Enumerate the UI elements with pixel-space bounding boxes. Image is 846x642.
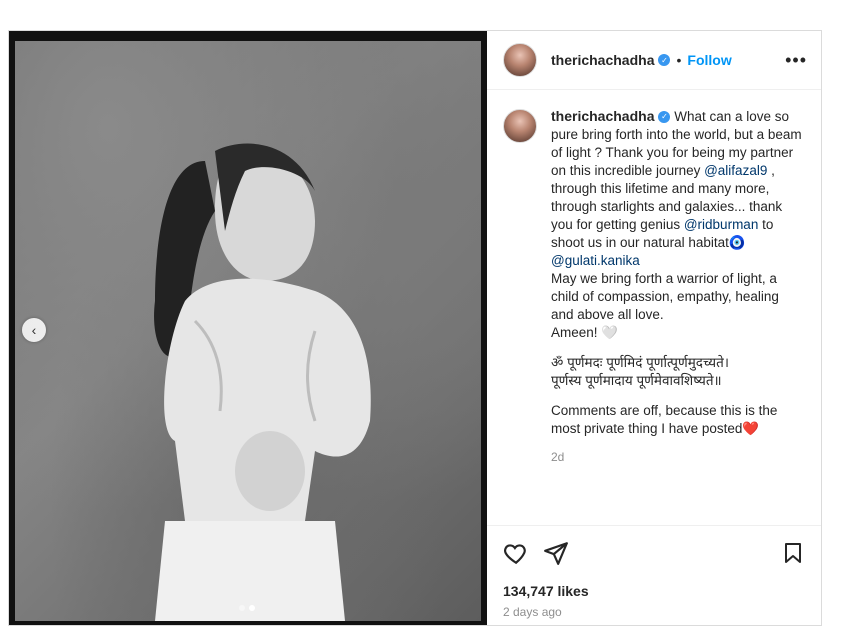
caption-body: therichachadha ✓ What can a love so pure … (551, 107, 803, 466)
post-actions: 134,747 likes 2 days ago (487, 525, 821, 626)
pregnant-woman-figure (154, 143, 371, 621)
carousel-dot (239, 605, 245, 611)
post-caption: therichachadha ✓ What can a love so pure … (503, 107, 803, 466)
heart-outline-icon[interactable] (503, 540, 529, 571)
instagram-post: ‹ therichachadha ✓ • Follow ••• thericha… (8, 30, 822, 626)
post-photo (15, 41, 481, 621)
mention-alifazal9[interactable]: @alifazal9 (704, 163, 767, 178)
carousel-prev-button[interactable]: ‹ (22, 318, 46, 342)
more-options-icon[interactable]: ••• (785, 50, 807, 71)
carousel-dot-active (249, 605, 255, 611)
chevron-left-icon: ‹ (31, 322, 37, 338)
header-username[interactable]: therichachadha (551, 52, 654, 68)
post-media: ‹ (9, 31, 487, 625)
mention-gulati-kanika[interactable]: @gulati.kanika (551, 253, 640, 268)
caption-text-5: Ameen! 🤍 (551, 325, 619, 340)
caption-timestamp[interactable]: 2d (551, 448, 803, 466)
post-sidebar: therichachadha ✓ • Follow ••• therichach… (487, 31, 821, 625)
sanskrit-line-2: पूर्णस्य पूर्णमादाय पूर्णमेवावशिष्यते॥ (551, 373, 722, 388)
heart-emoji: ❤️ (742, 421, 760, 436)
caption-username[interactable]: therichachadha (551, 108, 654, 124)
header-separator: • (676, 52, 682, 68)
evil-eye-emoji: 🧿 (728, 235, 746, 250)
caption-avatar[interactable] (503, 109, 537, 143)
post-header: therichachadha ✓ • Follow ••• (487, 31, 821, 90)
bookmark-icon[interactable] (781, 540, 805, 571)
sanskrit-line-1: ॐ पूर्णमदः पूर्णमिदं पूर्णात्पूर्णमुदच्य… (551, 355, 729, 370)
caption-paragraph-1: therichachadha ✓ What can a love so pure … (551, 107, 803, 270)
verified-badge-icon: ✓ (658, 54, 671, 66)
paper-plane-icon[interactable] (543, 540, 569, 571)
carousel-dots (239, 605, 255, 611)
mention-ridburman[interactable]: @ridburman (684, 217, 758, 232)
verified-badge-icon: ✓ (658, 111, 671, 124)
avatar[interactable] (503, 43, 537, 77)
caption-paragraph-comments-off: Comments are off, because this is the mo… (551, 402, 803, 438)
caption-text-4: May we bring forth a warrior of light, a… (551, 271, 779, 322)
likes-count[interactable]: 134,747 likes (503, 583, 589, 599)
post-age[interactable]: 2 days ago (503, 605, 562, 619)
follow-button[interactable]: Follow (687, 52, 731, 68)
